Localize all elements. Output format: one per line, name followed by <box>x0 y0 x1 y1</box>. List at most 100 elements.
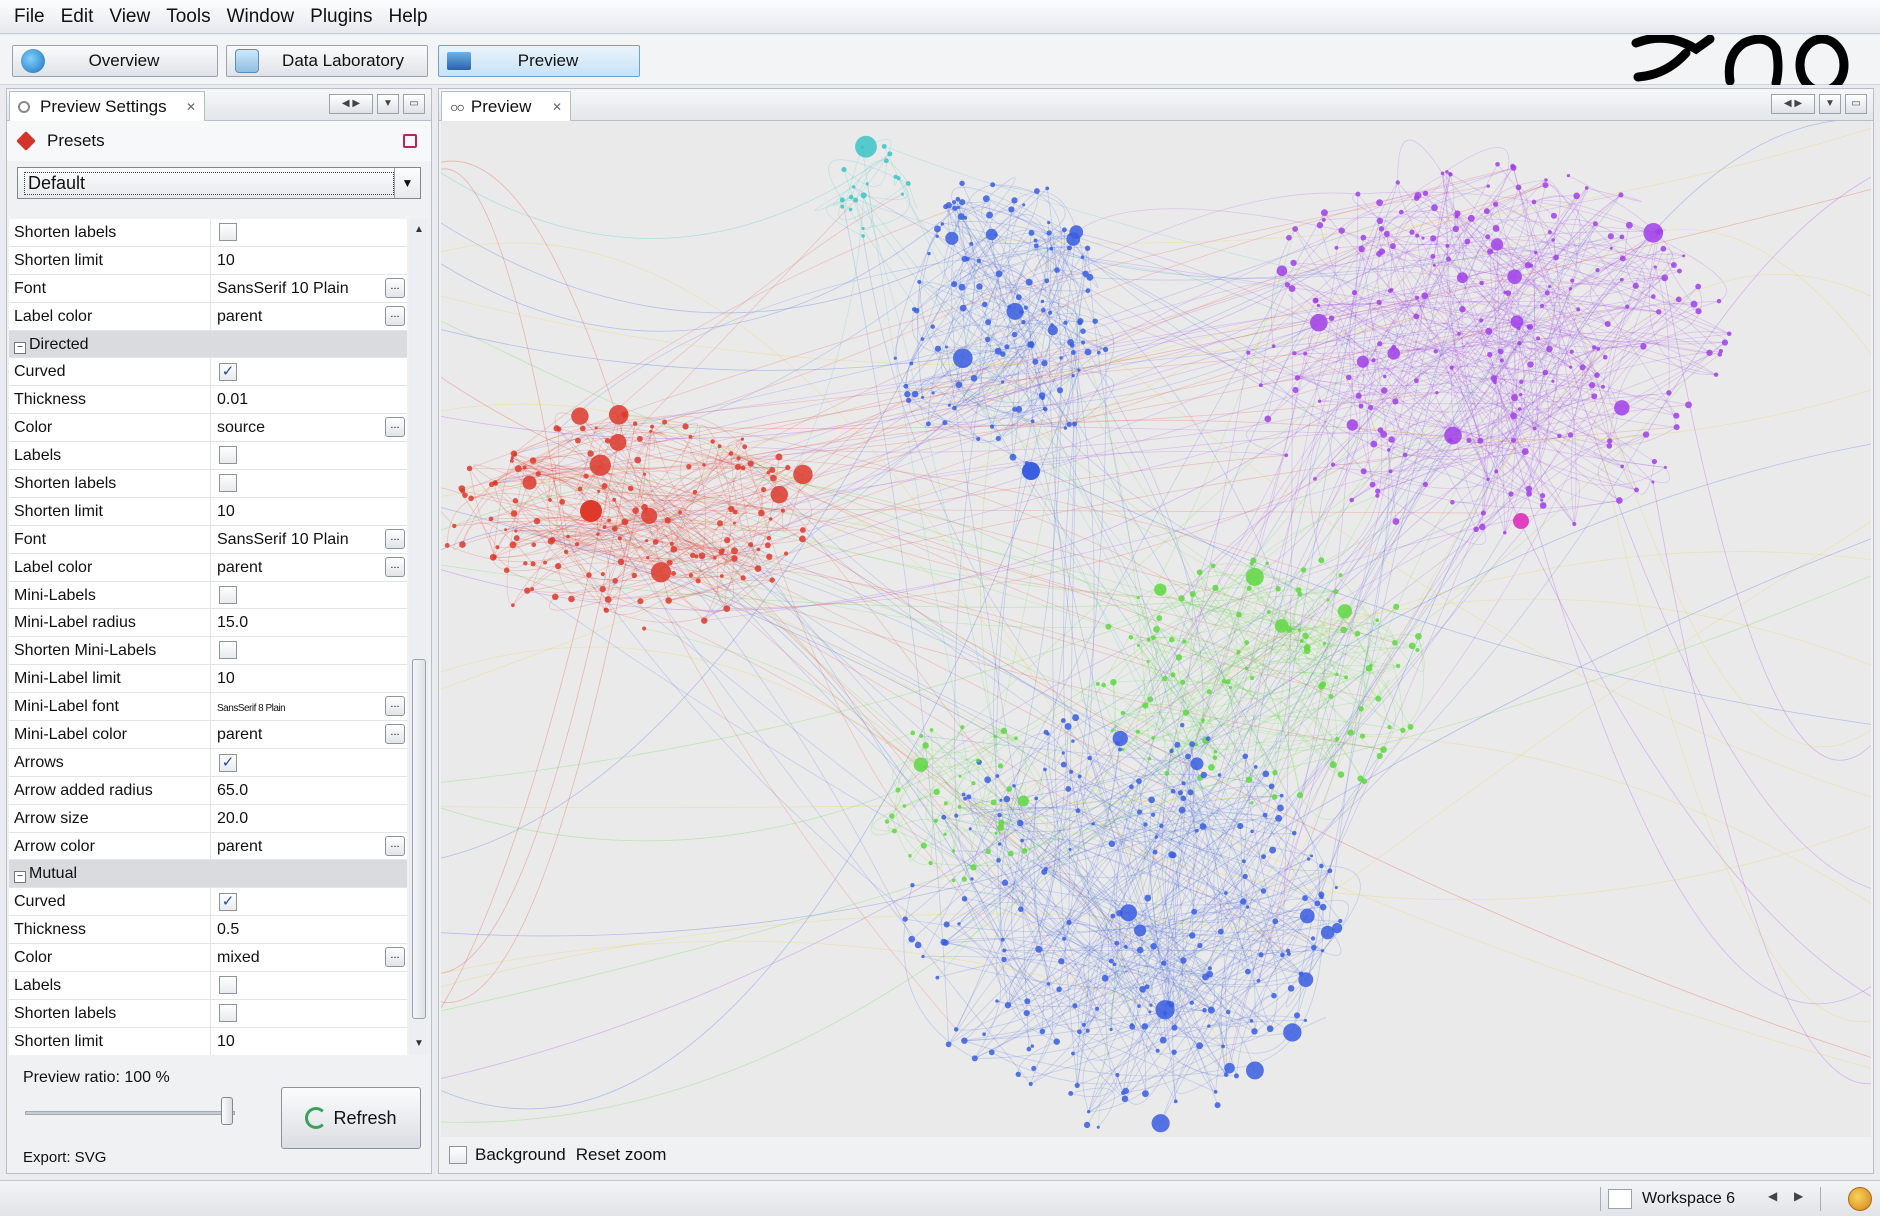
property-row-label-color: Label color parent... <box>9 302 407 331</box>
property-value-shorten-labels[interactable] <box>211 219 407 246</box>
property-value-text: 10 <box>217 502 235 520</box>
checkbox[interactable] <box>219 976 237 995</box>
property-value-shorten-limit[interactable]: 10 <box>211 498 407 525</box>
graph-preview-canvas[interactable] <box>441 121 1871 1137</box>
checkbox-checked[interactable]: ✓ <box>219 893 237 912</box>
property-value-thickness[interactable]: 0.01 <box>211 386 407 413</box>
checkbox[interactable] <box>219 223 237 241</box>
ellipsis-button[interactable]: ... <box>385 947 405 968</box>
property-value-mini-label-font[interactable]: SansSerif 8 Plain... <box>211 693 407 720</box>
category-mutual[interactable]: − Mutual <box>9 860 407 889</box>
property-value-curved[interactable]: ✓ <box>211 888 407 915</box>
ellipsis-button[interactable]: ... <box>385 528 405 549</box>
property-value-mini-label-radius[interactable]: 15.0 <box>211 609 407 636</box>
reset-zoom-link[interactable]: Reset zoom <box>576 1145 667 1165</box>
ellipsis-button[interactable]: ... <box>385 305 405 326</box>
workspace-next-icon[interactable]: ▶ <box>1794 1189 1803 1203</box>
scroll-thumb[interactable] <box>412 659 426 1019</box>
property-value-arrow-color[interactable]: parent... <box>211 833 407 860</box>
minimize-icon[interactable]: ▭ <box>1845 94 1867 114</box>
export-label[interactable]: Export: SVG <box>23 1149 106 1166</box>
data-laboratory-button[interactable]: Data Laboratory <box>226 45 428 77</box>
property-value-arrow-size[interactable]: 20.0 <box>211 805 407 832</box>
property-value-curved[interactable]: ✓ <box>211 358 407 385</box>
menu-help[interactable]: Help <box>380 0 435 34</box>
property-row-labels: Labels <box>9 442 407 471</box>
close-icon[interactable]: ✕ <box>552 100 562 114</box>
ellipsis-button[interactable]: ... <box>385 835 405 856</box>
tab-nav-arrows-icon[interactable]: ◀ ▶ <box>1771 94 1815 114</box>
tab-preview-settings[interactable]: Preview Settings ✕ <box>9 91 205 121</box>
menu-view[interactable]: View <box>101 0 158 34</box>
network-graph[interactable] <box>441 121 1871 1137</box>
dropdown-icon[interactable]: ▼ <box>1819 94 1841 114</box>
property-value-labels[interactable] <box>211 442 407 469</box>
checkbox[interactable] <box>219 641 237 660</box>
refresh-button[interactable]: Refresh <box>281 1087 421 1149</box>
checkbox[interactable] <box>219 446 237 465</box>
chevron-down-icon[interactable]: ▼ <box>394 168 420 198</box>
dropdown-icon[interactable]: ▼ <box>377 94 399 114</box>
property-value-shorten-limit[interactable]: 10 <box>211 1028 407 1055</box>
preview-mode-button[interactable]: Preview <box>438 45 640 77</box>
property-value-label-color[interactable]: parent... <box>211 303 407 330</box>
ellipsis-button[interactable]: ... <box>385 417 405 438</box>
close-icon[interactable]: ✕ <box>186 100 196 114</box>
menu-file[interactable]: File <box>6 0 53 34</box>
property-value-font[interactable]: SansSerif 10 Plain... <box>211 275 407 302</box>
scroll-up-icon[interactable]: ▲ <box>409 221 429 239</box>
property-value-shorten-labels[interactable] <box>211 470 407 497</box>
property-value-shorten-limit[interactable]: 10 <box>211 247 407 274</box>
globe-icon[interactable] <box>1848 1187 1872 1211</box>
property-value-shorten-labels[interactable] <box>211 1000 407 1027</box>
property-value-thickness[interactable]: 0.5 <box>211 916 407 943</box>
property-row-curved: Curved ✓ <box>9 888 407 917</box>
property-row-shorten-limit: Shorten limit 10 <box>9 497 407 526</box>
checkbox[interactable] <box>219 585 237 604</box>
checkbox[interactable] <box>219 1003 237 1022</box>
property-value-labels[interactable] <box>211 972 407 999</box>
preview-ratio-slider-thumb[interactable] <box>221 1097 233 1125</box>
checkbox-checked[interactable]: ✓ <box>219 753 237 772</box>
minimize-icon[interactable]: ▭ <box>403 94 425 114</box>
menu-plugins[interactable]: Plugins <box>302 0 380 34</box>
overview-button[interactable]: Overview <box>12 45 218 77</box>
property-row-font: Font SansSerif 10 Plain... <box>9 525 407 554</box>
preset-select[interactable]: Default ▼ <box>17 167 421 199</box>
checkbox[interactable] <box>219 474 237 493</box>
workspace-prev-icon[interactable]: ◀ <box>1768 1189 1777 1203</box>
collapse-icon[interactable]: − <box>14 871 26 884</box>
background-checkbox[interactable] <box>449 1146 467 1164</box>
property-value-text: parent <box>217 558 263 576</box>
tab-nav-arrows-icon[interactable]: ◀ ▶ <box>329 94 373 114</box>
property-value-mini-label-color[interactable]: parent... <box>211 721 407 748</box>
tab-preview[interactable]: ○○ Preview ✕ <box>441 91 571 121</box>
property-value-shorten-mini-labels[interactable] <box>211 637 407 664</box>
property-value-font[interactable]: SansSerif 10 Plain... <box>211 526 407 553</box>
scroll-down-icon[interactable]: ▼ <box>409 1035 429 1053</box>
property-value-arrows[interactable]: ✓ <box>211 749 407 776</box>
property-value-mini-labels[interactable] <box>211 582 407 609</box>
property-value-mini-label-limit[interactable]: 10 <box>211 665 407 692</box>
ellipsis-button[interactable]: ... <box>385 724 405 745</box>
property-scrollbar[interactable]: ▲ ▼ <box>409 219 429 1055</box>
ellipsis-button[interactable]: ... <box>385 556 405 577</box>
category-directed[interactable]: − Directed <box>9 330 407 359</box>
ellipsis-button[interactable]: ... <box>385 696 405 717</box>
workspace-label: Workspace 6 <box>1642 1190 1736 1207</box>
menu-window[interactable]: Window <box>219 0 303 34</box>
property-value-text: 65.0 <box>217 781 249 799</box>
property-value-color[interactable]: source... <box>211 414 407 441</box>
ellipsis-button[interactable]: ... <box>385 277 405 298</box>
property-name: Curved <box>14 893 66 911</box>
collapse-icon[interactable]: − <box>14 341 26 354</box>
checkbox-checked[interactable]: ✓ <box>219 363 237 382</box>
preview-ratio-slider[interactable] <box>25 1111 235 1115</box>
save-icon[interactable] <box>403 134 417 148</box>
menu-tools[interactable]: Tools <box>158 0 218 34</box>
property-value-color[interactable]: mixed... <box>211 944 407 971</box>
property-value-arrow-added-radius[interactable]: 65.0 <box>211 777 407 804</box>
menu-edit[interactable]: Edit <box>53 0 102 34</box>
property-row-mini-label-radius: Mini-Label radius 15.0 <box>9 609 407 638</box>
property-value-label-color[interactable]: parent... <box>211 554 407 581</box>
